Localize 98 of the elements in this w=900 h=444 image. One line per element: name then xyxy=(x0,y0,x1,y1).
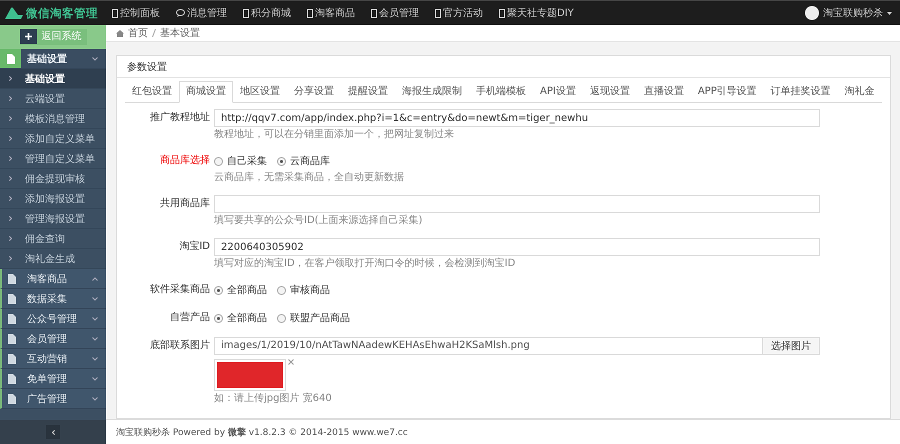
nav-link[interactable]: 聚天社专题DIY xyxy=(499,6,574,20)
breadcrumb-link[interactable]: 基本设置 xyxy=(160,26,200,40)
tablet-icon xyxy=(307,8,313,18)
footer-text: 淘宝联购秒杀 Powered by 微擎 v1.8.2.3 © 2014-2015 www.we7.cc xyxy=(116,426,408,438)
chevron-right-icon xyxy=(9,156,12,161)
tablet-icon xyxy=(435,8,441,18)
tab[interactable]: 淘礼金 xyxy=(838,81,882,102)
breadcrumb-link[interactable]: 首页 xyxy=(128,26,148,40)
slash-separator-icon xyxy=(152,29,156,37)
chevron-right-icon xyxy=(9,196,12,201)
tablet-icon xyxy=(371,8,377,18)
collapse-sidebar-button[interactable] xyxy=(46,425,60,439)
tab[interactable]: 订单挂奖设置 xyxy=(764,81,838,102)
tab[interactable]: 直播设置 xyxy=(636,81,691,102)
text-field[interactable] xyxy=(214,195,820,213)
caret-down-icon xyxy=(92,336,98,340)
caret-down-icon xyxy=(92,296,98,300)
caret-down-icon xyxy=(92,356,98,360)
field-label: 淘宝ID xyxy=(178,240,211,254)
avatar-icon xyxy=(805,6,819,20)
logo-icon xyxy=(5,7,23,19)
radio-option[interactable]: 审核商品 xyxy=(277,283,330,297)
nav-link[interactable]: 会员管理 xyxy=(371,6,419,20)
tablet-icon xyxy=(112,8,118,18)
text-field[interactable]: http://qqv7.com/app/index.php?i=1&c=entry&do=newt&m=tiger_newhu xyxy=(214,109,820,127)
help-text: 填写要共享的公众号ID(上面来源选择自己采集) xyxy=(214,214,424,228)
nav-link[interactable]: 淘客商品 xyxy=(307,6,355,20)
radio-button[interactable] xyxy=(214,314,223,322)
menu-group[interactable]: 公众号管理 xyxy=(0,309,106,329)
tab[interactable]: 分享设置 xyxy=(287,81,341,102)
chevron-right-icon xyxy=(9,96,12,101)
text-field[interactable]: 2200640305902 xyxy=(214,238,820,256)
caret-down-icon xyxy=(92,376,98,380)
radio-option[interactable]: 全部商品 xyxy=(214,283,267,297)
field-label: 推广教程地址 xyxy=(149,110,211,125)
menu-group[interactable]: 会员管理 xyxy=(0,329,106,349)
tab[interactable]: 手机端模板 xyxy=(469,81,533,102)
choose-image-button[interactable]: 选择图片 xyxy=(762,338,819,354)
nav-link[interactable]: 控制面板 xyxy=(112,6,160,20)
tab[interactable]: 地区设置 xyxy=(233,81,287,102)
radio-button[interactable] xyxy=(277,156,286,166)
chevron-right-icon xyxy=(9,176,12,181)
radio-button[interactable] xyxy=(277,286,286,294)
plus-icon xyxy=(20,29,36,44)
help-text: 云商品库，无需采集商品，全自动更新数据 xyxy=(214,171,405,185)
tab[interactable]: 红包设置 xyxy=(125,81,179,102)
radio-button[interactable] xyxy=(214,156,223,166)
radio-option[interactable]: 自己采集 xyxy=(214,154,267,168)
chevron-right-icon xyxy=(9,116,12,121)
chevron-right-icon xyxy=(9,236,12,241)
caret-icon xyxy=(887,12,892,14)
menu-group[interactable]: 数据采集 xyxy=(0,289,106,309)
caret-down-icon xyxy=(92,396,98,400)
menu-item[interactable]: 基础设置 xyxy=(0,69,106,89)
tablet-icon xyxy=(243,8,249,18)
tab[interactable]: 商城设置 xyxy=(179,81,233,103)
tab[interactable]: APP引导设置 xyxy=(690,81,764,102)
radio-button[interactable] xyxy=(277,314,286,322)
caret-down-icon xyxy=(92,56,98,60)
chat-icon xyxy=(176,9,185,17)
radio-option[interactable]: 联盟产品商品 xyxy=(277,311,350,325)
help-text: 如：请上传jpg图片 宽640 xyxy=(214,392,333,406)
nav-link[interactable]: 积分商城 xyxy=(243,6,291,20)
chevron-left-icon xyxy=(52,430,54,434)
chevron-right-icon xyxy=(9,76,12,81)
document-icon xyxy=(0,49,21,68)
menu-group[interactable]: 广告管理 xyxy=(0,389,106,409)
tab[interactable]: 海报生成限制 xyxy=(395,81,469,102)
radio-option[interactable]: 云商品库 xyxy=(277,154,330,168)
app-title: 微信淘客管理 xyxy=(26,6,98,20)
chevron-right-icon xyxy=(9,136,12,141)
menu-group[interactable]: 免单管理 xyxy=(0,369,106,389)
panel-title: 参数设置 xyxy=(127,60,167,74)
chevron-right-icon xyxy=(9,256,12,261)
user-menu[interactable]: 淘宝联购秒杀 xyxy=(805,6,892,20)
field-label: 软件采集商品 xyxy=(149,282,211,297)
field-label: 共用商品库 xyxy=(159,196,211,211)
menu-group[interactable]: 淘客商品 xyxy=(0,269,106,289)
nav-link[interactable]: 官方活动 xyxy=(435,6,483,20)
radio-option[interactable]: 全部商品 xyxy=(214,311,267,325)
radio-button[interactable] xyxy=(214,286,223,294)
menu-group[interactable]: 互动营销 xyxy=(0,349,106,369)
nav-link[interactable]: 消息管理 xyxy=(176,6,227,20)
chevron-right-icon xyxy=(9,216,12,221)
home-icon xyxy=(116,30,124,36)
menu-group[interactable]: 基础设置 xyxy=(0,49,106,69)
caret-down-icon xyxy=(92,316,98,320)
field-label: 自营产品 xyxy=(169,310,211,325)
field-label: 底部联系图片 xyxy=(149,338,211,353)
help-text: 填写对应的淘宝ID，在客户领取打开淘口令的时候，会检测到淘宝ID xyxy=(214,257,516,271)
close-icon[interactable] xyxy=(288,359,294,365)
help-text: 教程地址，可以在分销里面添加一个，把网址复制过来 xyxy=(214,128,455,142)
image-path-field[interactable]: images/1/2019/10/nAtTawNAadewKEHAsEhwaH2KSaMlsh.png 选择图片 xyxy=(214,337,820,355)
field-label: 商品库选择 xyxy=(159,154,211,168)
tab[interactable]: 返现设置 xyxy=(582,81,637,102)
tablet-icon xyxy=(499,8,505,18)
tab[interactable]: API设置 xyxy=(533,81,583,102)
tab[interactable]: 提醒设置 xyxy=(341,81,395,102)
